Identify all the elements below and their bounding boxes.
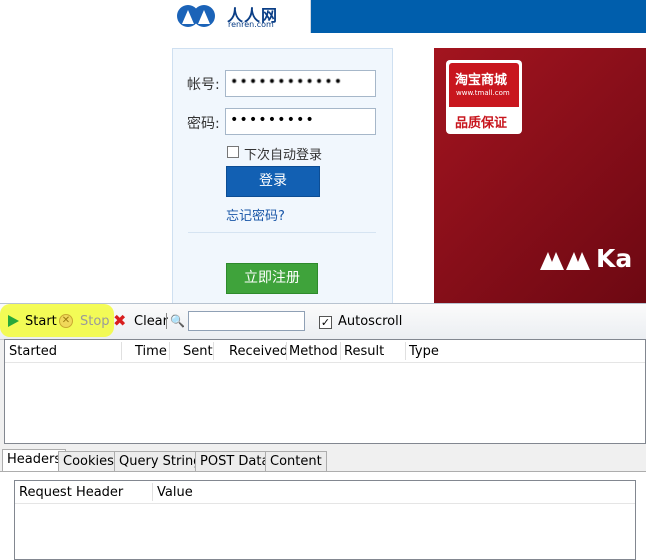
monitor-toolbar: Start ✕ Stop ✖ Clear 🔍 ✓ Autoscroll	[0, 304, 646, 340]
column-request-header[interactable]: Request Header	[19, 485, 123, 500]
play-icon[interactable]	[8, 315, 19, 327]
stop-button[interactable]: Stop	[80, 314, 110, 329]
column-method[interactable]: Method	[289, 344, 338, 359]
column-time[interactable]: Time	[135, 344, 167, 359]
tab-label: Headers	[7, 452, 62, 467]
column-divider[interactable]	[405, 342, 406, 360]
tab-label: Content	[270, 454, 322, 469]
panel-divider	[188, 232, 376, 233]
tmall-badge-header: 淘宝商城 www.tmall.com	[449, 63, 519, 107]
renren-logo-icon	[177, 5, 215, 27]
remember-checkbox[interactable]	[227, 146, 239, 158]
login-panel: 帐号: •••••••••••• 密码: ••••••••• 下次自动登录 登录…	[172, 48, 393, 304]
tab-label: Query String	[119, 454, 202, 469]
request-list-header: Started Time Sent Received Method Result…	[5, 340, 645, 363]
tab-post-data[interactable]: POST Data	[195, 451, 275, 471]
search-icon: 🔍	[170, 314, 185, 328]
request-list[interactable]: Started Time Sent Received Method Result…	[4, 339, 646, 444]
account-label: 帐号:	[187, 77, 220, 93]
column-started[interactable]: Started	[9, 344, 57, 359]
toolbar-separator	[166, 313, 167, 329]
column-received[interactable]: Received	[229, 344, 288, 359]
tab-content[interactable]: Content	[265, 451, 327, 471]
header-list-header: Request Header Value	[15, 481, 635, 504]
ad-url-text: www.tmall.com	[456, 89, 510, 97]
start-button[interactable]: Start	[25, 314, 57, 329]
ad-brand-text: 淘宝商城	[455, 73, 508, 88]
column-divider[interactable]	[169, 342, 170, 360]
column-sent[interactable]: Sent	[183, 344, 213, 359]
remember-label: 下次自动登录	[244, 148, 323, 163]
column-type[interactable]: Type	[409, 344, 439, 359]
clear-icon[interactable]: ✖	[113, 311, 126, 330]
tab-label: Cookies	[63, 454, 114, 469]
password-input[interactable]: •••••••••	[225, 108, 376, 135]
tmall-badge: 淘宝商城 www.tmall.com 品质保证	[446, 60, 522, 134]
renren-logo[interactable]: 人人网 renren.com	[152, 0, 311, 33]
password-value: •••••••••	[230, 112, 315, 128]
login-button[interactable]: 登录	[226, 166, 320, 197]
headers-tab-panel: Request Header Value	[0, 471, 646, 560]
column-value[interactable]: Value	[157, 485, 193, 500]
site-header: 人人网 renren.com	[152, 0, 646, 33]
account-input[interactable]: ••••••••••••	[225, 70, 376, 97]
kappa-logo-icon	[540, 252, 590, 270]
tab-label: POST Data	[200, 454, 270, 469]
column-divider[interactable]	[286, 342, 287, 360]
forgot-password-link[interactable]: 忘记密码?	[226, 205, 285, 224]
clear-button[interactable]: Clear	[134, 314, 168, 329]
stop-icon[interactable]: ✕	[59, 314, 73, 328]
ad-quality-text: 品质保证	[455, 116, 508, 131]
autoscroll-checkbox[interactable]: ✓	[319, 316, 332, 329]
search-input[interactable]	[188, 311, 305, 331]
header-list[interactable]: Request Header Value	[14, 480, 636, 560]
tmall-ad-banner[interactable]: 淘宝商城 www.tmall.com 品质保证 Ka	[434, 48, 646, 303]
autoscroll-label: Autoscroll	[338, 314, 403, 329]
column-divider[interactable]	[340, 342, 341, 360]
tab-cookies[interactable]: Cookies	[58, 451, 119, 471]
http-monitor-panel: Start ✕ Stop ✖ Clear 🔍 ✓ Autoscroll Star…	[0, 303, 646, 560]
column-divider[interactable]	[152, 483, 153, 501]
account-value: ••••••••••••	[230, 74, 344, 90]
register-button[interactable]: 立即注册	[226, 263, 318, 294]
detail-tabs: Headers Cookies Query String POST Data C…	[0, 449, 646, 472]
column-divider[interactable]	[121, 342, 122, 360]
tab-headers[interactable]: Headers	[2, 449, 67, 472]
column-result[interactable]: Result	[344, 344, 384, 359]
ad-kappa-text: Ka	[596, 244, 633, 273]
logo-domain-text: renren.com	[228, 20, 274, 29]
column-divider[interactable]	[213, 342, 214, 360]
password-label: 密码:	[187, 116, 220, 132]
tab-query-string[interactable]: Query String	[114, 451, 207, 471]
